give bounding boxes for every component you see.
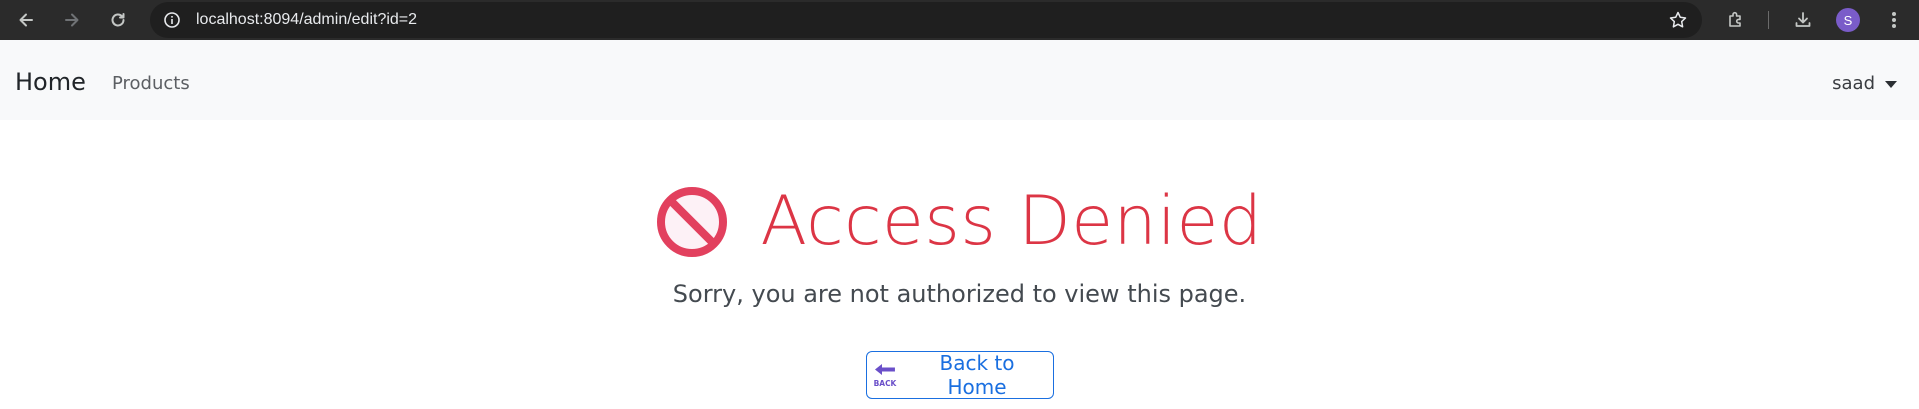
address-bar[interactable]: localhost:8094/admin/edit?id=2 xyxy=(150,2,1702,38)
denied-message: Sorry, you are not authorized to view th… xyxy=(672,280,1247,308)
user-dropdown[interactable]: saad xyxy=(1832,73,1897,94)
toolbar-divider xyxy=(1768,11,1769,29)
menu-kebab-icon[interactable] xyxy=(1880,6,1908,34)
main-content: Access Denied Sorry, you are not authori… xyxy=(0,120,1919,409)
forward-arrow-icon[interactable] xyxy=(58,6,86,34)
site-info-icon[interactable] xyxy=(162,10,182,30)
download-icon[interactable] xyxy=(1789,6,1817,34)
profile-avatar[interactable]: S xyxy=(1836,8,1860,32)
back-arrow-emoji-icon: BACK xyxy=(874,364,897,388)
browser-toolbar: localhost:8094/admin/edit?id=2 S xyxy=(0,0,1919,40)
access-denied-heading: Access Denied xyxy=(0,186,1919,258)
user-name: saad xyxy=(1832,73,1875,94)
nav-link-products[interactable]: Products xyxy=(112,73,190,94)
no-entry-icon xyxy=(657,187,728,257)
page-title: Access Denied xyxy=(760,182,1263,261)
bookmark-star-icon[interactable] xyxy=(1668,10,1688,30)
svg-text:BACK: BACK xyxy=(874,379,897,388)
back-arrow-icon[interactable] xyxy=(12,6,40,34)
address-url[interactable]: localhost:8094/admin/edit?id=2 xyxy=(196,11,417,29)
app-navbar: Home Products saad xyxy=(0,40,1919,120)
back-to-home-button[interactable]: BACK Back to Home xyxy=(866,351,1054,399)
extensions-icon[interactable] xyxy=(1722,6,1750,34)
navbar-brand-home[interactable]: Home xyxy=(15,68,86,96)
reload-icon[interactable] xyxy=(104,6,132,34)
caret-down-icon xyxy=(1885,81,1897,88)
back-to-home-label: Back to Home xyxy=(939,351,1015,399)
